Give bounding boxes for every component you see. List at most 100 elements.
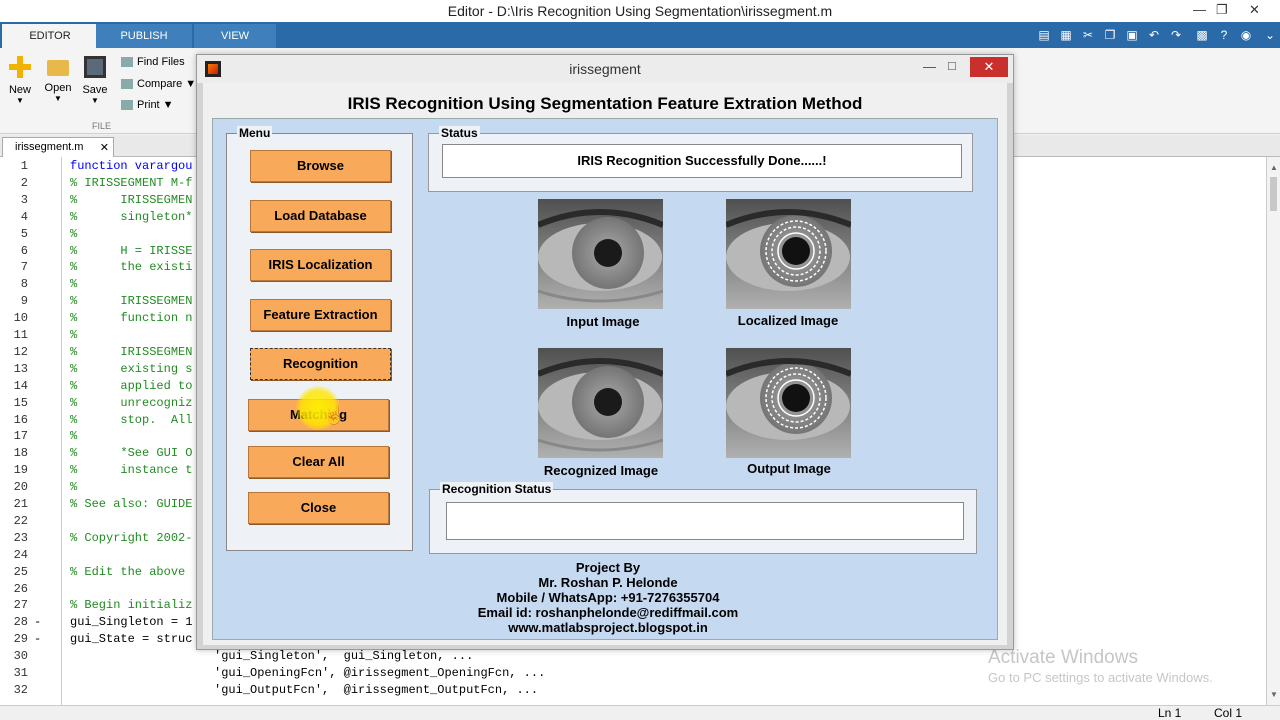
close-icon[interactable]: ✕ bbox=[1249, 2, 1260, 18]
redo-icon[interactable]: ↷ bbox=[1168, 27, 1184, 43]
scroll-thumb[interactable] bbox=[1270, 177, 1277, 211]
line-number: 20 bbox=[13, 480, 28, 495]
line-number: 2 bbox=[20, 175, 28, 190]
recognized-eye-graphic bbox=[538, 348, 663, 458]
gui-close-icon[interactable]: ✕ bbox=[970, 57, 1008, 77]
code-line: % Begin initializ bbox=[70, 598, 193, 613]
help-icon[interactable]: ? bbox=[1216, 27, 1232, 43]
cut-icon[interactable]: ✂ bbox=[1080, 27, 1096, 43]
code-line: gui_Singleton = 1 bbox=[70, 615, 193, 630]
status-frame: Status IRIS Recognition Successfully Don… bbox=[428, 126, 973, 192]
layout-icon[interactable]: ▤ bbox=[1036, 27, 1052, 43]
scroll-up-icon[interactable]: ▲ bbox=[1270, 163, 1278, 172]
gui-minimize-icon[interactable]: — bbox=[923, 59, 936, 74]
line-number: 31 bbox=[13, 666, 28, 680]
activate-windows-subtitle: Go to PC settings to activate Windows. bbox=[988, 670, 1213, 685]
expand-icon[interactable]: ⌄ bbox=[1262, 27, 1278, 43]
paste-icon[interactable]: ▣ bbox=[1124, 27, 1140, 43]
code-line: % instance t bbox=[70, 463, 193, 478]
new-icon bbox=[9, 56, 31, 78]
localized-image-caption: Localized Image bbox=[737, 313, 839, 328]
code-line: % IRISSEGMEN bbox=[70, 294, 193, 309]
restore-icon[interactable]: ❐ bbox=[1216, 2, 1228, 18]
code-line: % bbox=[70, 226, 78, 241]
browse-button[interactable]: Browse bbox=[250, 150, 391, 182]
code-line: % IRISSEGMEN bbox=[70, 344, 193, 359]
line-number: 22 bbox=[13, 513, 28, 528]
new-button[interactable]: New ▼ bbox=[0, 56, 40, 105]
file-section-label: FILE bbox=[92, 121, 112, 131]
localized-image bbox=[726, 199, 851, 309]
doc-tab-irissegment[interactable]: irissegment.m ✕ bbox=[2, 137, 114, 157]
code-line: 'gui_Singleton', gui_Singleton, ... bbox=[70, 649, 474, 664]
status-title: Status bbox=[439, 126, 480, 140]
print-button[interactable]: Print ▼ bbox=[121, 99, 174, 111]
line-number: 29 bbox=[13, 632, 28, 647]
recognition-status-frame: Recognition Status bbox=[429, 482, 977, 554]
tab-publish[interactable]: PUBLISH bbox=[96, 24, 192, 48]
close-button[interactable]: Close bbox=[248, 492, 389, 524]
find-files-icon bbox=[121, 57, 133, 68]
recognition-button[interactable]: Recognition bbox=[250, 348, 391, 380]
undo-icon[interactable]: ↶ bbox=[1146, 27, 1162, 43]
tab-editor[interactable]: EDITOR bbox=[2, 24, 98, 48]
find-files-label: Find Files bbox=[137, 56, 185, 68]
line-number: 16 bbox=[13, 412, 28, 427]
code-line: % bbox=[70, 429, 78, 444]
breakpoint-marker[interactable]: - bbox=[34, 615, 41, 629]
tab-view[interactable]: VIEW bbox=[194, 24, 276, 48]
line-number: 11 bbox=[13, 328, 28, 342]
line-number: 5 bbox=[20, 226, 28, 241]
iris-localization-button[interactable]: IRIS Localization bbox=[250, 249, 391, 281]
line-number: 8 bbox=[20, 277, 28, 292]
clear-all-button[interactable]: Clear All bbox=[248, 446, 389, 478]
gui-window-title: irissegment bbox=[569, 61, 641, 77]
code-line: % H = IRISSE bbox=[70, 243, 193, 258]
line-number: 17 bbox=[13, 429, 28, 444]
line-number: 23 bbox=[13, 530, 28, 545]
activate-windows-title: Activate Windows bbox=[988, 647, 1138, 668]
save-quick-icon[interactable]: ▦ bbox=[1058, 27, 1074, 43]
menu-frame: Menu Browse Load Database IRIS Localizat… bbox=[226, 126, 413, 551]
breakpoint-marker[interactable]: - bbox=[34, 632, 41, 646]
gui-title-bar: irissegment — □ ✕ bbox=[197, 55, 1013, 83]
gui-heading: IRIS Recognition Using Segmentation Feat… bbox=[347, 94, 863, 113]
minimize-icon[interactable]: — bbox=[1193, 2, 1206, 17]
editor-title: Editor - D:\Iris Recognition Using Segme… bbox=[447, 3, 833, 19]
feature-extraction-button[interactable]: Feature Extraction bbox=[250, 299, 391, 331]
iris-gui-window: irissegment — □ ✕ IRIS Recognition Using… bbox=[196, 54, 1014, 650]
input-image bbox=[538, 199, 663, 309]
vertical-scrollbar[interactable]: ▲ ▼ bbox=[1266, 157, 1280, 705]
line-number: 6 bbox=[20, 243, 28, 258]
line-number: 24 bbox=[13, 547, 28, 562]
search-docs-icon[interactable]: ◉ bbox=[1238, 27, 1254, 43]
gui-maximize-icon[interactable]: □ bbox=[948, 58, 956, 73]
code-line: 'gui_OutputFcn', @irissegment_OutputFcn,… bbox=[70, 682, 539, 697]
open-label: Open bbox=[44, 82, 72, 94]
recognition-status-title: Recognition Status bbox=[440, 482, 554, 496]
load-database-button[interactable]: Load Database bbox=[250, 200, 391, 232]
code-line: % bbox=[70, 277, 78, 292]
code-line: % unrecogniz bbox=[70, 395, 193, 410]
line-number: 19 bbox=[13, 463, 28, 478]
mouse-pointer-icon: ☝ bbox=[323, 405, 346, 425]
save-label: Save bbox=[82, 84, 108, 96]
compare-button[interactable]: Compare ▼ bbox=[121, 78, 196, 90]
recognized-image bbox=[538, 348, 663, 458]
output-image-caption: Output Image bbox=[747, 461, 831, 476]
close-tab-icon[interactable]: ✕ bbox=[100, 141, 109, 154]
line-indicator: Ln 1 bbox=[1158, 706, 1182, 720]
scroll-down-icon[interactable]: ▼ bbox=[1270, 690, 1278, 699]
find-files-button[interactable]: Find Files bbox=[121, 56, 185, 68]
output-eye-graphic bbox=[726, 348, 851, 458]
line-number: 26 bbox=[13, 581, 28, 596]
save-button[interactable]: Save ▼ bbox=[75, 56, 115, 105]
editor-title-bar: Editor - D:\Iris Recognition Using Segme… bbox=[0, 0, 1280, 22]
code-line: % See also: GUIDE bbox=[70, 497, 193, 511]
open-button[interactable]: Open ▼ bbox=[38, 56, 78, 103]
localized-eye-graphic bbox=[726, 199, 851, 309]
credit-project-by: Project By bbox=[575, 560, 641, 575]
copy-icon[interactable]: ❐ bbox=[1102, 27, 1118, 43]
switch-windows-icon[interactable]: ▩ bbox=[1194, 27, 1210, 43]
status-text: IRIS Recognition Successfully Done......… bbox=[442, 144, 962, 178]
